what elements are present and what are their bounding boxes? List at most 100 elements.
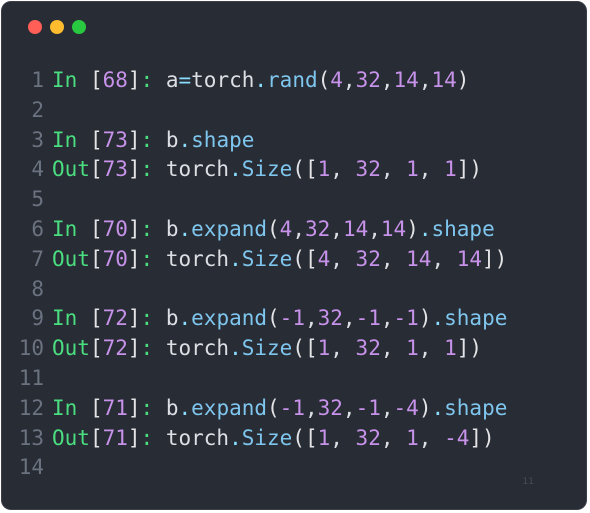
code-token: : — [140, 127, 166, 152]
code-token: Size — [241, 246, 293, 271]
code-token: , — [380, 306, 394, 331]
code-token: , — [431, 246, 457, 271]
code-token: 70 — [102, 216, 128, 241]
code-token: 32 — [317, 306, 343, 331]
maximize-button[interactable] — [72, 20, 86, 34]
line-number: 4 — [31, 157, 44, 182]
code-window: 1 In [68]: a=torch.rand(4,32,14,14) 2 3 In [… — [1, 1, 587, 510]
code-token: [ — [89, 425, 103, 450]
code-text: In [68]: a=torch.rand(4,32,14,14) — [52, 66, 469, 96]
code-token: ]) — [469, 425, 495, 450]
code-text: Out[73]: torch.Size([1, 32, 1, 1]) — [52, 155, 482, 185]
code-token: 14 — [431, 68, 457, 92]
code-token: -4 — [393, 395, 419, 420]
code-token: torch — [191, 68, 255, 92]
code-line: 14 — [2, 453, 588, 483]
code-token: 32 — [355, 336, 381, 361]
code-token: [ — [89, 216, 103, 241]
code-token: 32 — [304, 216, 331, 241]
line-number: 10 — [18, 336, 44, 361]
code-token: . — [229, 336, 242, 361]
code-token: 70 — [102, 246, 128, 271]
code-token: . — [431, 306, 445, 331]
code-token: , — [330, 157, 356, 182]
code-token: , — [342, 306, 356, 331]
code-text: Out[72]: torch.Size([1, 32, 1, 1]) — [52, 334, 482, 364]
code-token: ]) — [456, 336, 483, 361]
code-line: 3 In [73]: b.shape — [2, 126, 588, 156]
code-token: . — [178, 395, 192, 420]
code-token: ] — [127, 395, 141, 420]
code-token: , — [380, 246, 407, 271]
code-line: 2 — [2, 96, 588, 126]
code-token: ) — [418, 395, 432, 420]
code-token: 73 — [102, 127, 128, 152]
code-token: Out — [52, 336, 90, 361]
code-token: ] — [127, 336, 141, 361]
code-token: ) — [418, 306, 432, 331]
code-token: ) — [406, 216, 419, 241]
code-token: [ — [89, 127, 103, 152]
code-token: expand — [191, 216, 268, 241]
code-token: . — [229, 246, 242, 271]
close-button[interactable] — [28, 20, 42, 34]
code-token: . — [178, 216, 192, 241]
code-token: , — [380, 425, 407, 450]
code-text: Out[71]: torch.Size([1, 32, 1, -4]) — [52, 424, 495, 454]
code-token: , — [330, 216, 343, 241]
code-token: In — [52, 216, 90, 241]
code-token: 1 — [444, 157, 457, 182]
code-token: 1 — [317, 425, 331, 450]
code-token: Out — [52, 246, 90, 271]
code-token: , — [380, 68, 394, 92]
minimize-button[interactable] — [50, 20, 64, 34]
code-token: 4 — [330, 68, 343, 92]
code-token: ([ — [292, 336, 318, 361]
code-token: 1 — [406, 336, 419, 361]
code-token: , — [380, 395, 394, 420]
code-token: . — [178, 127, 192, 152]
code-token: ([ — [292, 246, 318, 271]
code-token: , — [368, 216, 381, 241]
line-number: 8 — [31, 276, 44, 301]
code-token: shape — [444, 306, 508, 331]
code-line: 8 — [2, 275, 588, 305]
code-token: 72 — [102, 336, 128, 361]
window-controls — [28, 20, 86, 34]
code-token: 1 — [317, 157, 331, 182]
code-token: Out — [52, 425, 90, 450]
code-token: , — [292, 216, 305, 241]
code-token: ) — [456, 68, 470, 92]
code-token: ] — [127, 216, 141, 241]
code-token: b — [165, 395, 179, 420]
code-token: 14 — [456, 246, 483, 271]
line-number: 5 — [31, 187, 44, 212]
code-token: [ — [89, 336, 103, 361]
code-text: In [72]: b.expand(-1,32,-1,-1).shape — [52, 304, 507, 334]
code-token: 71 — [102, 395, 128, 420]
code-token: : — [140, 395, 166, 420]
code-token: torch — [165, 157, 230, 182]
code-token: In — [52, 68, 90, 92]
code-token: : — [140, 157, 166, 182]
code-token: , — [418, 68, 432, 92]
code-token: ] — [127, 246, 141, 271]
code-token: , — [304, 306, 318, 331]
code-token: a — [165, 68, 179, 92]
code-token: : — [140, 425, 166, 450]
code-token: 72 — [102, 306, 128, 331]
code-token: , — [380, 157, 407, 182]
code-token: . — [431, 395, 445, 420]
code-token: ] — [127, 157, 141, 182]
code-token: [ — [89, 68, 103, 92]
code-token: , — [418, 336, 445, 361]
code-token: , — [330, 425, 356, 450]
code-token: . — [418, 216, 432, 241]
code-token: 14 — [406, 246, 432, 271]
code-token: ([ — [292, 425, 318, 450]
code-token: : — [140, 216, 166, 241]
code-token: Size — [241, 336, 293, 361]
code-token: torch — [165, 336, 230, 361]
code-token: -1 — [355, 306, 381, 331]
code-token: ( — [267, 306, 280, 331]
